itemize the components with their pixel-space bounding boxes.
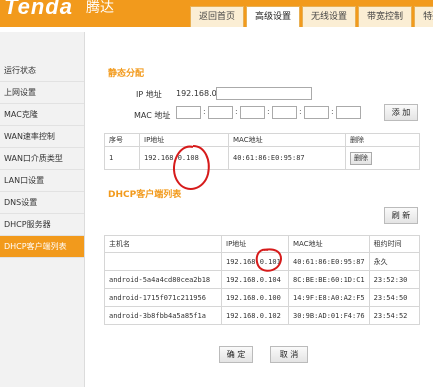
table-row: android-1715f071c211956 192.168.0.100 14… xyxy=(104,288,421,307)
sidebar-item-lan[interactable]: LAN口设置 xyxy=(0,170,84,192)
brand-logo-cn: 腾达 xyxy=(86,0,114,16)
top-header: Tenda 腾达 返回首页 高级设置 无线设置 带宽控制 特殊 xyxy=(0,0,433,27)
add-button[interactable]: 添 加 xyxy=(384,104,418,121)
col-mac: MAC地址 xyxy=(288,235,370,253)
table-row: 1 192.168.0.108 40:61:86:E0:95:87 删除 xyxy=(104,146,420,170)
mac-label: MAC 地址 xyxy=(134,111,171,120)
sidebar-item-internet[interactable]: 上网设置 xyxy=(0,82,84,104)
col-mac: MAC地址 xyxy=(228,133,346,147)
tab-special[interactable]: 特殊 xyxy=(414,6,433,27)
cell-lease: 永久 xyxy=(368,252,421,271)
cell-no: 1 xyxy=(104,146,140,170)
top-tabs: 返回首页 高级设置 无线设置 带宽控制 特殊 xyxy=(190,6,433,27)
cancel-button[interactable]: 取 消 xyxy=(270,346,308,363)
mac-separator: : xyxy=(331,107,334,116)
ip-label: IP 地址 xyxy=(136,90,162,99)
tab-advanced[interactable]: 高级设置 xyxy=(246,6,301,27)
mac-separator: : xyxy=(299,107,302,116)
col-ip: IP地址 xyxy=(221,235,289,253)
dhcp-client-table: 主机名 IP地址 MAC地址 租约时间 192.168.0.101 40:61:… xyxy=(104,235,421,325)
cell-ip: 192.168.0.101 xyxy=(221,252,289,271)
sidebar-item-status[interactable]: 运行状态 xyxy=(0,60,84,82)
ip-prefix: 192.168.0. xyxy=(176,89,220,98)
cell-mac: 14:9F:E8:A0:A2:F5 xyxy=(288,288,370,307)
cell-hostname xyxy=(104,252,222,271)
sidebar-item-mac-clone[interactable]: MAC克隆 xyxy=(0,104,84,126)
mac-separator: : xyxy=(267,107,270,116)
ip-last-octet-input[interactable] xyxy=(216,87,312,100)
col-delete: 删除 xyxy=(345,133,420,147)
mac-octet-2-input[interactable] xyxy=(208,106,233,119)
table-row: 192.168.0.101 40:61:86:E0:95:87 永久 xyxy=(104,252,421,271)
mac-separator: : xyxy=(203,107,206,116)
main-content: 静态分配 IP 地址 192.168.0. MAC 地址 : : : : : 添… xyxy=(88,32,433,387)
mac-octet-6-input[interactable] xyxy=(336,106,361,119)
cell-lease: 23:54:50 xyxy=(368,288,421,307)
cell-mac: 8C:BE:BE:60:1D:C1 xyxy=(288,270,370,289)
sidebar-item-dns[interactable]: DNS设置 xyxy=(0,192,84,214)
col-no: 序号 xyxy=(104,133,140,147)
col-hostname: 主机名 xyxy=(104,235,222,253)
cell-ip: 192.168.0.108 xyxy=(139,146,229,170)
tab-bandwidth[interactable]: 带宽控制 xyxy=(358,6,413,27)
ok-button[interactable]: 确 定 xyxy=(219,346,253,363)
mac-octet-3-input[interactable] xyxy=(240,106,265,119)
mac-octet-5-input[interactable] xyxy=(304,106,329,119)
cell-delete: 删除 xyxy=(345,146,420,170)
cell-mac: 40:61:86:E0:95:87 xyxy=(288,252,370,271)
cell-ip: 192.168.0.104 xyxy=(221,270,289,289)
tab-wireless[interactable]: 无线设置 xyxy=(302,6,357,27)
mac-separator: : xyxy=(235,107,238,116)
sidebar-item-dhcp-server[interactable]: DHCP服务器 xyxy=(0,214,84,236)
tab-home[interactable]: 返回首页 xyxy=(190,6,245,27)
static-table: 序号 IP地址 MAC地址 删除 1 192.168.0.108 40:61:8… xyxy=(104,133,420,170)
table-header-row: 主机名 IP地址 MAC地址 租约时间 xyxy=(104,235,421,253)
cell-hostname: android-5a4a4cd80cea2b18 xyxy=(104,270,222,289)
sidebar: 运行状态 上网设置 MAC克隆 WAN速率控制 WAN口介质类型 LAN口设置 … xyxy=(0,32,85,387)
static-section-title: 静态分配 xyxy=(108,69,145,79)
refresh-button[interactable]: 刷 新 xyxy=(384,207,418,224)
sidebar-item-dhcp-clients[interactable]: DHCP客户端列表 xyxy=(0,236,84,258)
cell-hostname: android-1715f071c211956 xyxy=(104,288,222,307)
col-ip: IP地址 xyxy=(139,133,229,147)
brand-logo: Tenda xyxy=(4,0,73,19)
mac-octet-4-input[interactable] xyxy=(272,106,297,119)
sidebar-item-wan-media[interactable]: WAN口介质类型 xyxy=(0,148,84,170)
sidebar-item-wan-speed[interactable]: WAN速率控制 xyxy=(0,126,84,148)
table-row: android-3b8fbb4a5a85f1a 192.168.0.102 30… xyxy=(104,306,421,325)
cell-lease: 23:54:52 xyxy=(368,306,421,325)
cell-ip: 192.168.0.102 xyxy=(221,306,289,325)
table-row: android-5a4a4cd80cea2b18 192.168.0.104 8… xyxy=(104,270,421,289)
cell-mac: 40:61:86:E0:95:87 xyxy=(228,146,346,170)
cell-hostname: android-3b8fbb4a5a85f1a xyxy=(104,306,222,325)
cell-ip: 192.168.0.100 xyxy=(221,288,289,307)
table-header-row: 序号 IP地址 MAC地址 删除 xyxy=(104,133,420,147)
mac-octet-1-input[interactable] xyxy=(176,106,201,119)
cell-mac: 30:9B:AD:01:F4:76 xyxy=(288,306,370,325)
dhcp-section-title: DHCP客户端列表 xyxy=(108,190,182,200)
cell-lease: 23:52:30 xyxy=(368,270,421,289)
col-lease: 租约时间 xyxy=(368,235,421,253)
delete-button[interactable]: 删除 xyxy=(350,151,372,165)
